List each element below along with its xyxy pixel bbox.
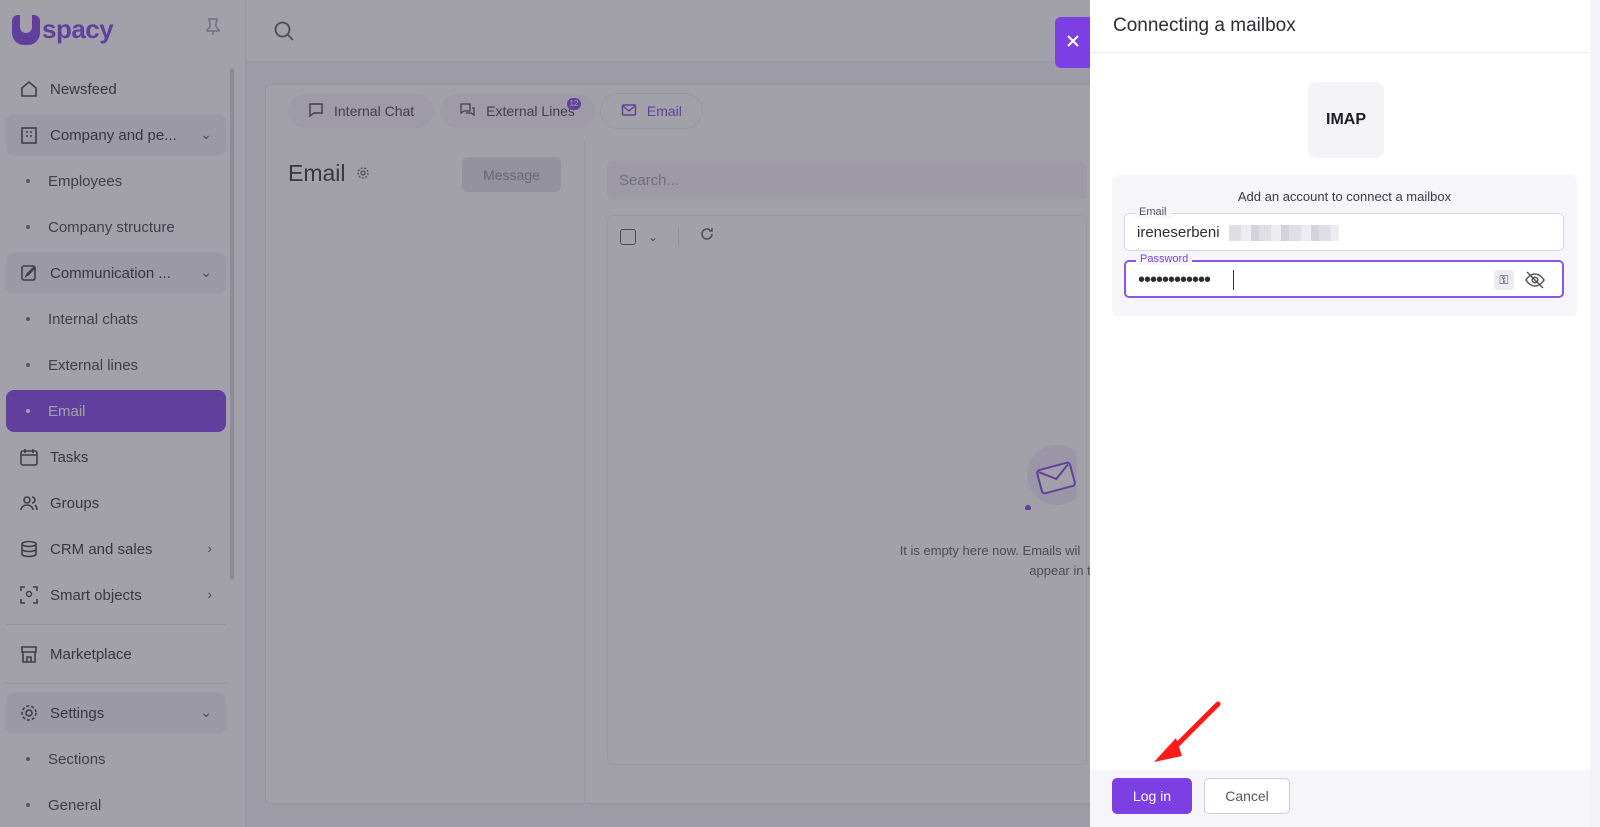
imap-provider-tile[interactable]: IMAP	[1308, 82, 1384, 158]
redacted-text	[1229, 225, 1339, 241]
eye-off-icon[interactable]	[1524, 270, 1548, 290]
annotation-arrow-icon	[1140, 700, 1250, 780]
password-field-label: Password	[1136, 253, 1193, 265]
close-icon	[1066, 31, 1080, 54]
email-field-label: Email	[1135, 206, 1171, 218]
email-field[interactable]: Email ireneserbeni	[1124, 206, 1564, 251]
cancel-button[interactable]: Cancel	[1204, 778, 1290, 814]
login-button[interactable]: Log in	[1112, 778, 1192, 814]
text-caret	[1233, 270, 1234, 290]
close-drawer-button[interactable]	[1055, 17, 1090, 68]
provider-label: IMAP	[1326, 111, 1366, 128]
password-field[interactable]: Password •••••••••••• ⚿	[1124, 253, 1564, 298]
form-caption: Add an account to connect a mailbox	[1237, 189, 1452, 204]
password-field-value: ••••••••••••	[1138, 269, 1211, 291]
account-form: Add an account to connect a mailbox Emai…	[1112, 175, 1577, 316]
drawer-scrollbar[interactable]	[1590, 0, 1600, 827]
email-field-value: ireneserbeni	[1137, 224, 1220, 241]
key-icon[interactable]: ⚿	[1494, 270, 1514, 290]
drawer-title: Connecting a mailbox	[1090, 0, 1600, 53]
